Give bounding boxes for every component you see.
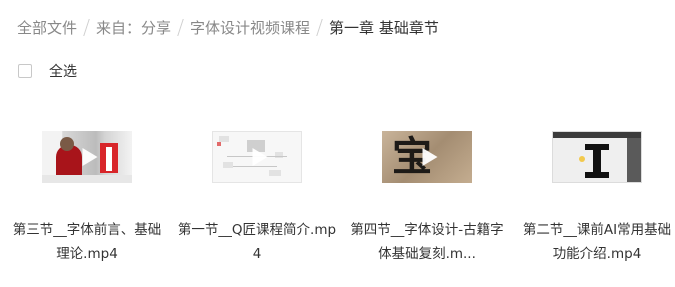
file-item[interactable]: 第三节__字体前言、基础理论.mp4 <box>7 131 167 262</box>
file-grid: 第三节__字体前言、基础理论.mp4 第一节__Q匠课程简介.mp4 宝 第四节… <box>0 0 675 287</box>
video-thumbnail[interactable] <box>212 131 302 183</box>
thumbnail-shape <box>585 172 609 178</box>
thumbnail-shape <box>627 138 641 182</box>
play-icon <box>252 148 268 166</box>
file-name[interactable]: 第一节__Q匠课程简介.mp4 <box>177 218 337 266</box>
file-item[interactable]: 宝 第四节__字体设计-古籍字体基础复刻.m... <box>347 131 507 262</box>
thumbnail-shape <box>223 162 233 168</box>
file-item[interactable]: 第一节__Q匠课程简介.mp4 <box>177 131 337 262</box>
thumbnail-shape <box>269 170 281 176</box>
thumbnail-shape <box>579 156 585 162</box>
file-name[interactable]: 第三节__字体前言、基础理论.mp4 <box>7 218 167 266</box>
video-thumbnail[interactable] <box>42 131 132 183</box>
file-name[interactable]: 第四节__字体设计-古籍字体基础复刻.m... <box>347 218 507 266</box>
thumbnail-shape <box>233 166 277 167</box>
file-name[interactable]: 第二节__课前AI常用基础功能介绍.mp4 <box>517 218 675 266</box>
play-icon <box>82 148 98 166</box>
thumbnail-shape <box>275 152 283 158</box>
video-thumbnail[interactable]: 宝 <box>382 131 472 183</box>
file-item[interactable]: 第二节__课前AI常用基础功能介绍.mp4 <box>517 131 675 262</box>
thumbnail-shape <box>106 147 112 171</box>
thumbnail-shape <box>60 137 74 151</box>
video-thumbnail[interactable] <box>552 131 642 183</box>
play-icon <box>422 148 438 166</box>
thumbnail-shape <box>217 142 221 146</box>
thumbnail-shape <box>42 175 132 183</box>
